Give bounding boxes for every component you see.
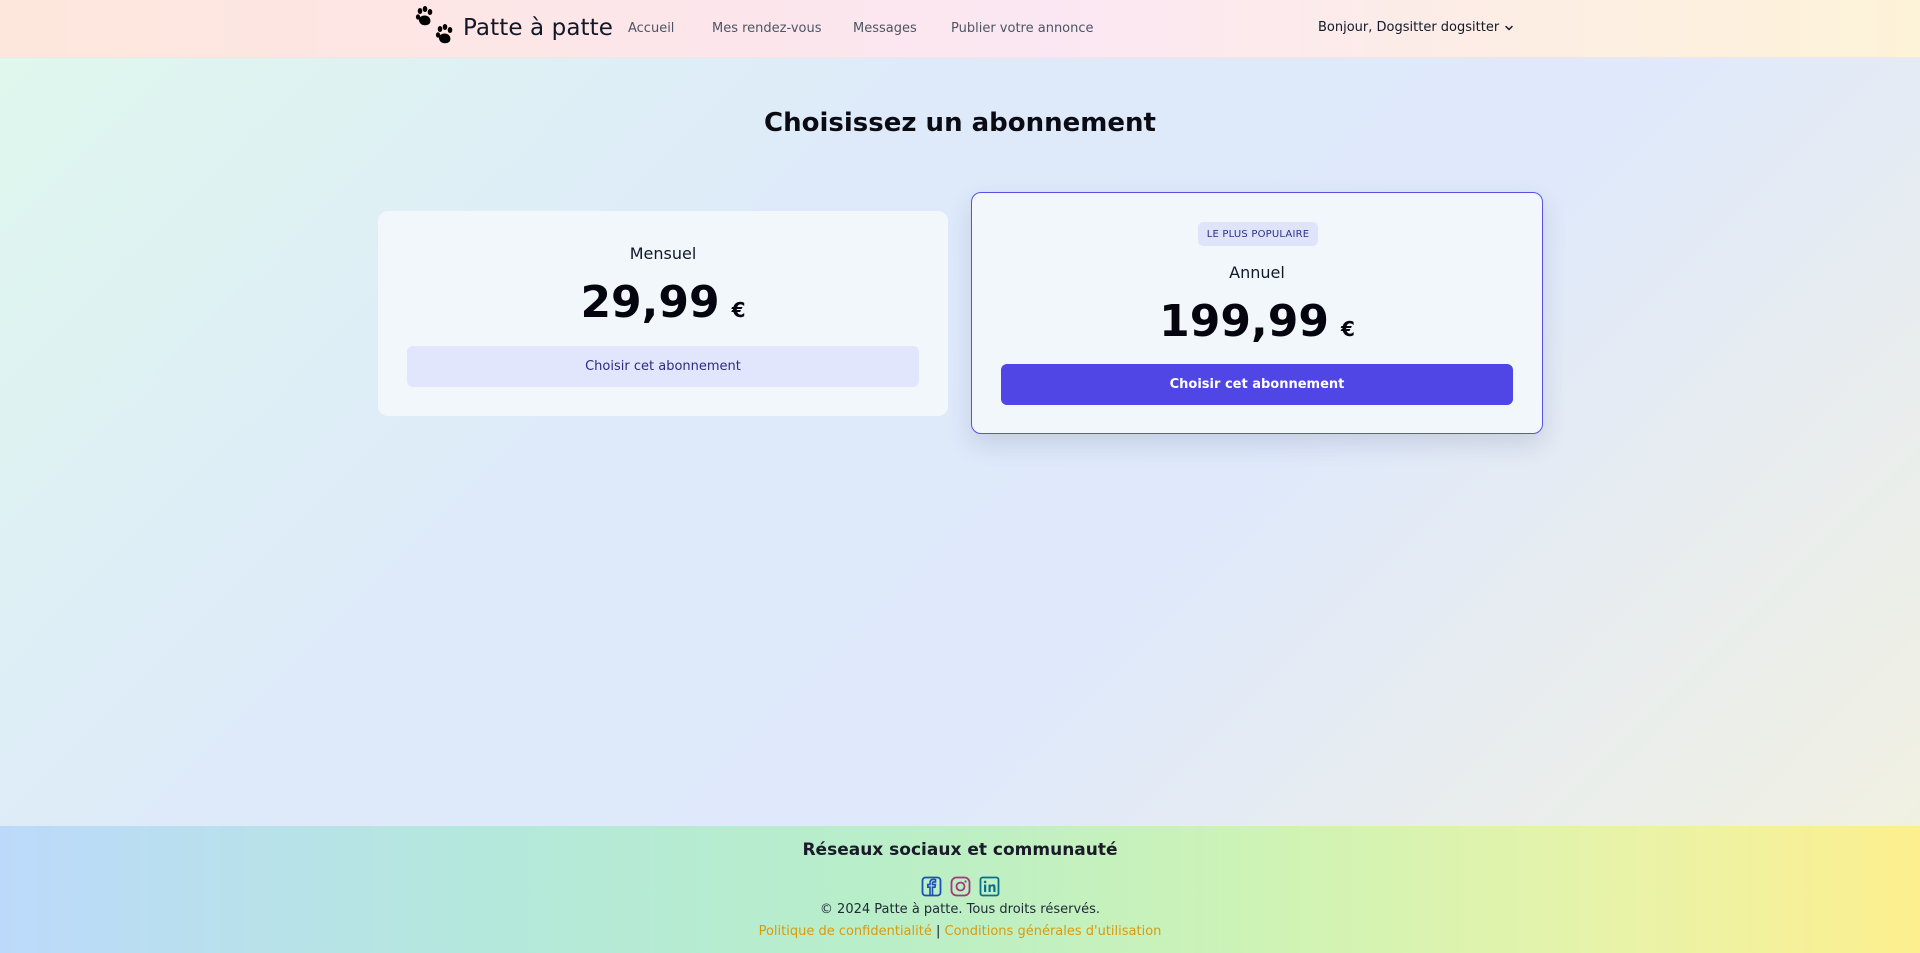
plan-card-annual: LE PLUS POPULAIRE Annuel 199,99 € Choisi… [971, 192, 1543, 434]
user-menu[interactable]: Bonjour, Dogsitter dogsitter [1318, 20, 1514, 35]
price-amount: 199,99 [1159, 296, 1329, 347]
brand-logo[interactable]: Patte à patte [413, 5, 613, 51]
nav-mes-rendez-vous[interactable]: Mes rendez-vous [712, 21, 822, 36]
plan-name: Mensuel [629, 244, 697, 263]
nav-messages[interactable]: Messages [853, 21, 917, 36]
legal-links: Politique de confidentialité | Condition… [0, 924, 1920, 939]
facebook-icon[interactable] [921, 876, 942, 897]
instagram-icon[interactable] [950, 876, 971, 897]
copyright-text: © 2024 Patte à patte. Tous droits réserv… [819, 902, 1101, 917]
top-navbar: Patte à patte Accueil Mes rendez-vous Me… [0, 0, 1920, 58]
page-title: Choisissez un abonnement [764, 108, 1156, 138]
price-currency: € [1340, 317, 1355, 341]
brand-name: Patte à patte [463, 15, 614, 41]
user-greeting: Bonjour, Dogsitter dogsitter [1318, 20, 1500, 35]
social-links [0, 876, 1920, 897]
footer: Réseaux sociaux et communauté © 2024 Pat… [0, 826, 1920, 953]
popular-badge: LE PLUS POPULAIRE [1198, 222, 1318, 246]
legal-separator: | [935, 924, 941, 939]
plan-name: Annuel [1229, 263, 1285, 282]
paw-print-icon [415, 6, 453, 44]
linkedin-icon[interactable] [979, 876, 1000, 897]
price-currency: € [731, 298, 746, 322]
choose-monthly-button[interactable]: Choisir cet abonnement [407, 346, 919, 387]
nav-accueil[interactable]: Accueil [628, 21, 674, 36]
plan-price: 199,99 € [972, 296, 1542, 347]
price-amount: 29,99 [580, 277, 720, 328]
terms-link[interactable]: Conditions générales d'utilisation [945, 924, 1162, 939]
plan-card-monthly: Mensuel 29,99 € Choisir cet abonnement [378, 211, 948, 416]
privacy-policy-link[interactable]: Politique de confidentialité [759, 924, 932, 939]
nav-publier-annonce[interactable]: Publier votre annonce [951, 21, 1094, 36]
chevron-down-icon [1505, 25, 1513, 30]
plan-price: 29,99 € [378, 277, 948, 328]
footer-title: Réseaux sociaux et communauté [802, 840, 1118, 860]
choose-annual-button[interactable]: Choisir cet abonnement [1001, 364, 1513, 405]
